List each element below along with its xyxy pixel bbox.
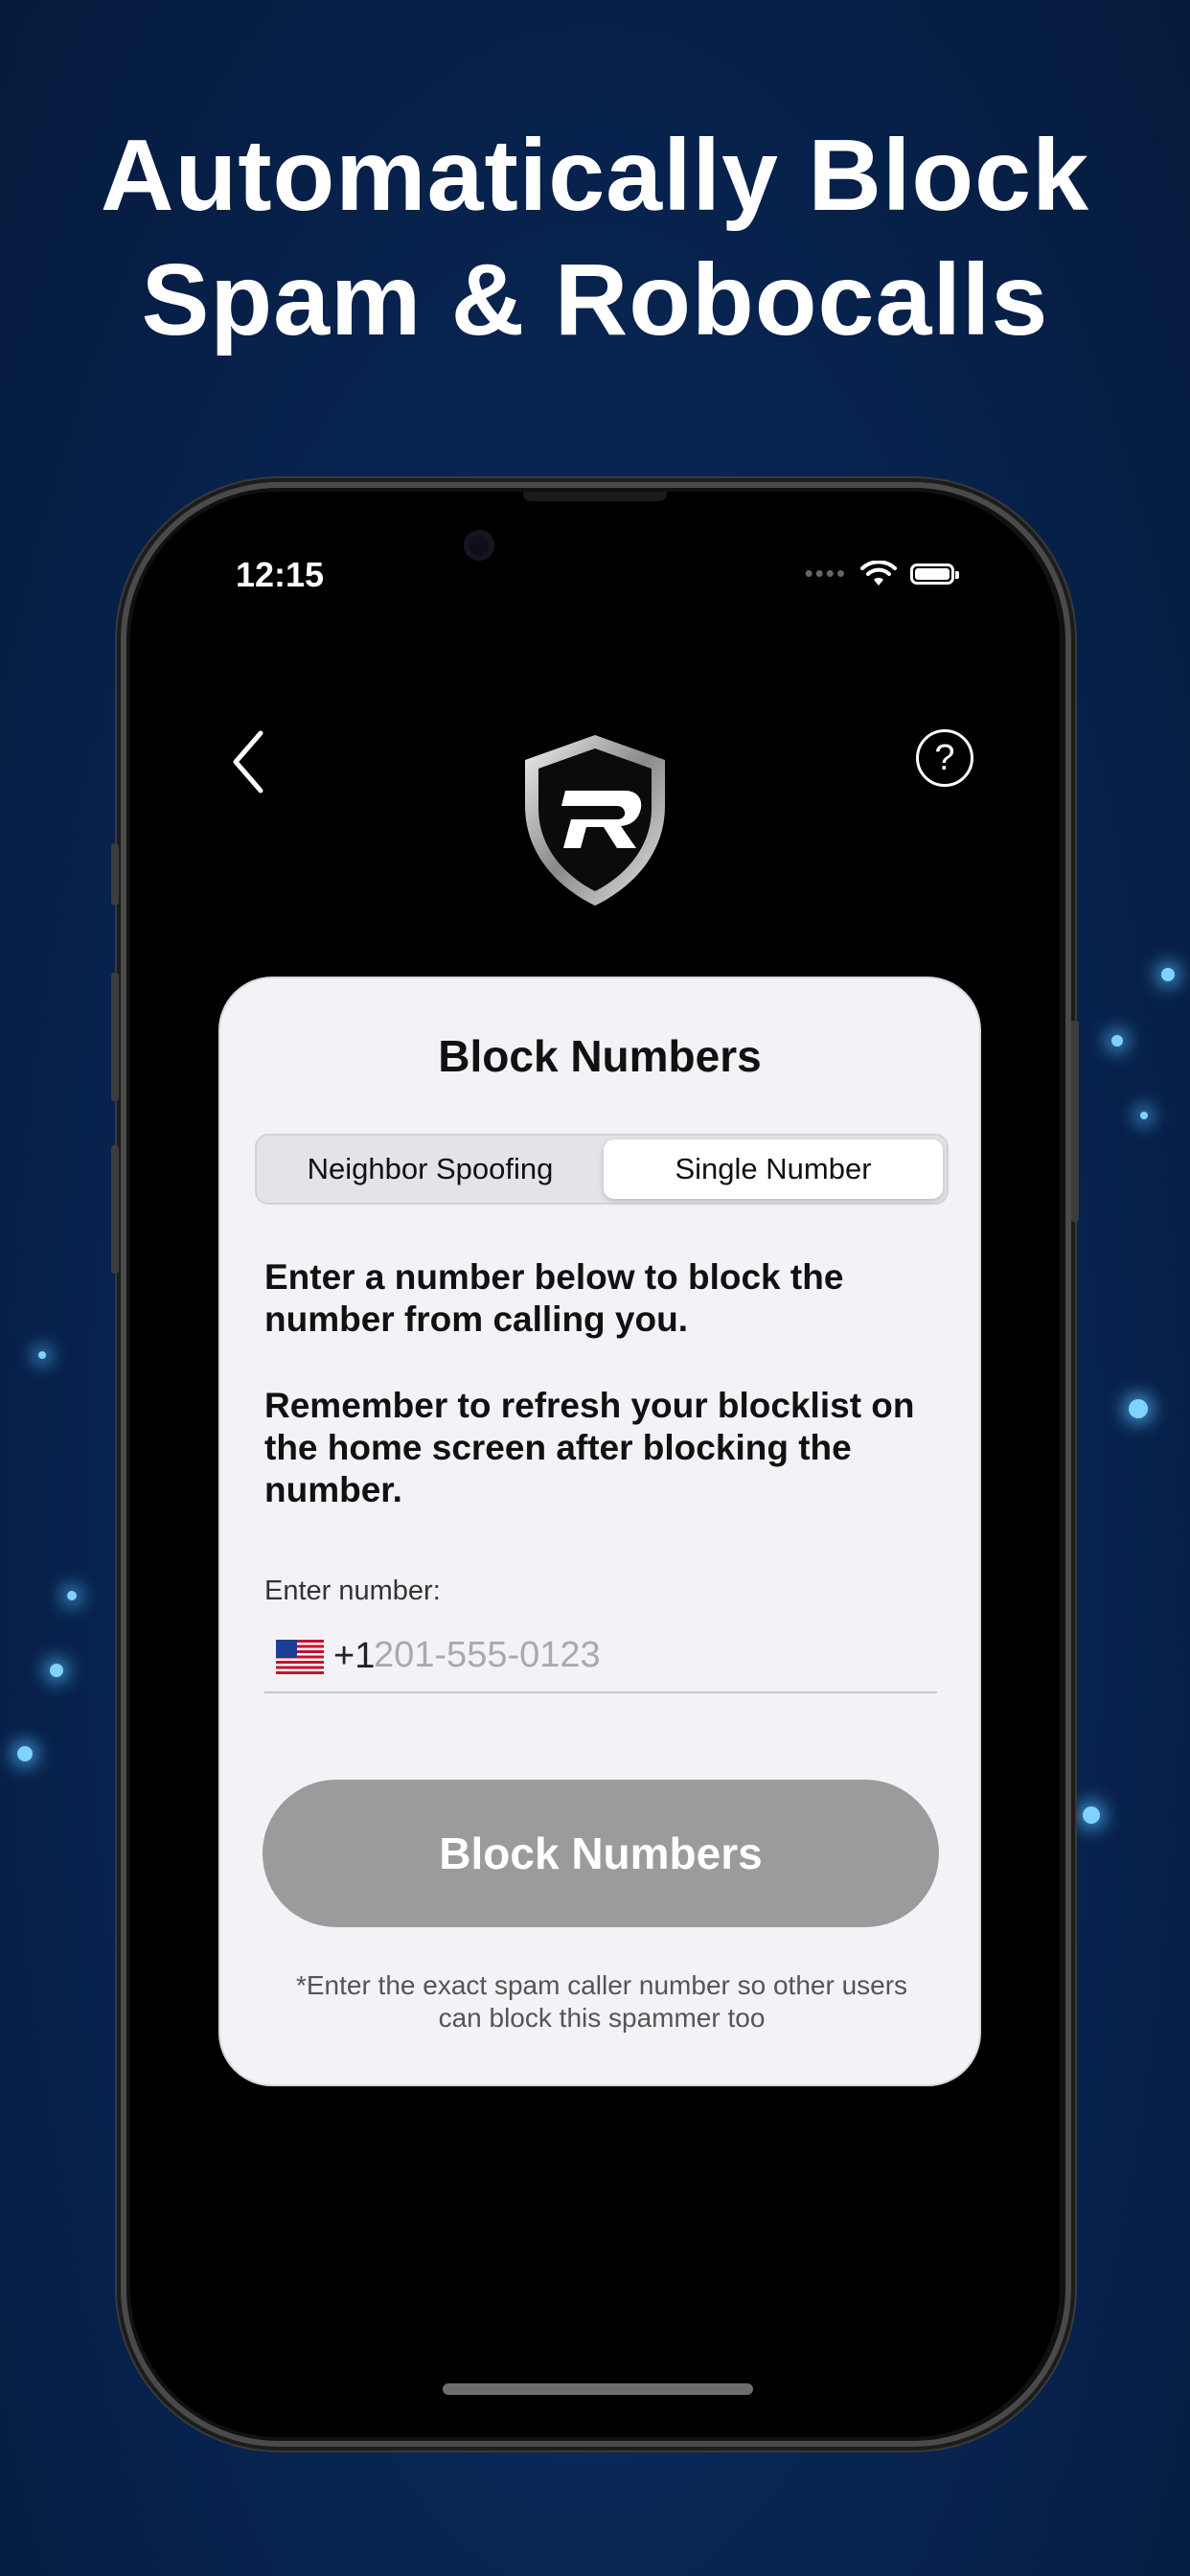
bokeh-light [1140,1112,1148,1119]
country-code: +1 [333,1636,376,1676]
refresh-reminder-text: Remember to refresh your blocklist on th… [264,1386,915,1509]
phone-number-input[interactable] [374,1632,910,1678]
headline-line-1: Automatically Block [100,119,1090,232]
phone-side-button [1071,1021,1079,1222]
bokeh-light [67,1591,77,1600]
bokeh-light [50,1664,63,1677]
headline: Automatically Block Spam & Robocalls [0,113,1190,362]
bokeh-light [1129,1399,1148,1418]
segmented-control: Neighbor Spoofing Single Number [255,1134,949,1205]
front-camera [464,530,494,561]
enter-number-label: Enter number: [264,1576,441,1606]
bokeh-light [1083,1806,1100,1824]
wifi-icon [860,560,897,586]
phone-screen: 12:15 •••• ? Block Numbers Neighbor Spoo… [130,492,1060,2437]
tab-single-number[interactable]: Single Number [604,1139,943,1199]
headline-line-2: Spam & Robocalls [141,243,1049,356]
bokeh-light [1161,968,1175,981]
help-button[interactable]: ? [916,729,973,787]
signal-dots-icon: •••• [804,559,847,587]
bokeh-light [17,1746,33,1761]
bokeh-light [38,1351,46,1359]
tab-neighbor-spoofing[interactable]: Neighbor Spoofing [261,1139,600,1199]
bokeh-light [1111,1035,1123,1046]
block-numbers-button[interactable]: Block Numbers [263,1780,939,1927]
us-flag-icon[interactable] [276,1640,324,1674]
phone-number-field[interactable]: +1 [264,1619,937,1693]
block-numbers-card: Block Numbers Neighbor Spoofing Single N… [218,977,981,2086]
phone-side-button [111,1145,119,1274]
status-time: 12:15 [236,555,325,594]
question-mark-icon: ? [934,737,955,778]
speaker-grille [523,492,667,501]
phone-side-button [111,843,119,905]
instruction-text: Enter a number below to block the number… [264,1257,844,1339]
status-icons: •••• [804,559,959,588]
footnote-text: *Enter the exact spam caller number so o… [295,1970,908,2033]
home-indicator[interactable] [443,2383,753,2395]
battery-icon [910,563,959,585]
chevron-left-icon[interactable] [222,724,280,800]
card-title: Block Numbers [438,1031,762,1081]
shield-r-logo [525,735,665,906]
phone-side-button [111,973,119,1101]
